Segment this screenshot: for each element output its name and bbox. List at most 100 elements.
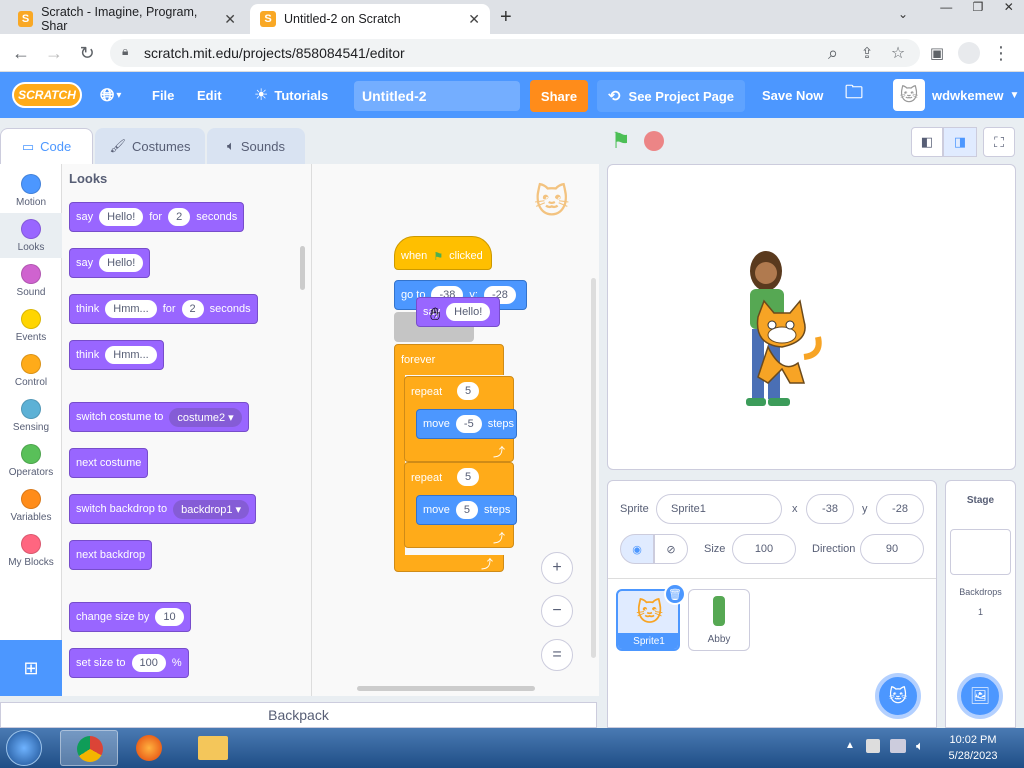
share-button[interactable]: Share <box>530 80 588 112</box>
file-explorer-icon[interactable] <box>198 736 228 760</box>
maximize-icon[interactable]: ❐ <box>973 0 984 18</box>
category-sound[interactable]: Sound <box>0 258 62 303</box>
category-motion[interactable]: Motion <box>0 168 62 213</box>
block-say[interactable]: say Hello! <box>69 248 151 278</box>
large-stage-button[interactable]: ◨ <box>943 127 977 157</box>
tutorials-button[interactable]: ☀ Tutorials <box>254 72 328 118</box>
script-horizontal-scrollbar[interactable] <box>357 686 535 691</box>
side-panel-icon[interactable]: ▣ <box>926 42 948 64</box>
block-next-costume[interactable]: next costume <box>69 448 149 478</box>
user-avatar[interactable]: 🐱︎ <box>893 79 925 111</box>
category-operators[interactable]: Operators <box>0 438 62 483</box>
project-title-input[interactable]: Untitled-2 <box>354 81 520 111</box>
block-think[interactable]: think Hmm... <box>69 340 164 370</box>
network-icon[interactable] <box>890 739 906 753</box>
block-change-size[interactable]: change size by 10 <box>69 602 191 632</box>
browser-tab-untitled[interactable]: S Untitled-2 on Scratch ✕ <box>250 4 490 34</box>
scratch-logo[interactable]: SCRATCH <box>12 82 82 108</box>
sprite-direction-input[interactable]: 90 <box>860 534 924 564</box>
small-stage-button[interactable]: ◧ <box>911 127 943 157</box>
green-flag-icon[interactable]: ⚑ <box>611 128 631 154</box>
category-looks[interactable]: Looks <box>0 213 62 258</box>
url-field[interactable]: 🔒︎ scratch.mit.edu/projects/858084541/ed… <box>110 39 920 67</box>
stage-canvas[interactable] <box>607 164 1016 470</box>
browser-tab-scratch-home[interactable]: S Scratch - Imagine, Program, Shar ✕ <box>8 4 246 34</box>
system-clock[interactable]: 10:02 PM 5/28/2023 <box>940 732 1006 764</box>
see-project-page-button[interactable]: ⟲ See Project Page <box>597 80 745 112</box>
add-extension-button[interactable]: ⊞ <box>0 640 62 696</box>
block-move-steps-2[interactable]: move 5 steps <box>416 495 517 525</box>
stage-selector-panel[interactable]: Stage Backdrops 1 🖼︎ <box>945 480 1016 728</box>
block-switch-backdrop[interactable]: switch backdrop to backdrop1 ▾ <box>69 494 257 524</box>
action-center-icon[interactable] <box>866 739 880 753</box>
windows-start-icon[interactable] <box>6 730 42 766</box>
show-sprite-button[interactable]: ◉ <box>620 534 654 564</box>
taskbar-chrome[interactable] <box>60 730 118 766</box>
tray-expand-icon[interactable]: ▲ <box>845 740 855 751</box>
block-next-backdrop[interactable]: next backdrop <box>69 540 153 570</box>
cat-sprite-icon <box>756 299 822 384</box>
tab-code[interactable]: ▭ Code <box>0 128 93 164</box>
dragging-block-say[interactable]: say Hello! <box>416 297 500 327</box>
tab-title: Untitled-2 on Scratch <box>284 12 401 26</box>
eye-slash-icon: ⊘ <box>666 543 676 556</box>
bookmark-star-icon[interactable]: ☆ <box>887 42 909 64</box>
firefox-icon[interactable] <box>136 735 162 761</box>
file-menu[interactable]: File <box>152 72 174 118</box>
zoom-reset-button[interactable]: = <box>541 639 573 671</box>
block-switch-costume[interactable]: switch costume to costume2 ▾ <box>69 402 249 432</box>
forward-arrow-icon[interactable]: → <box>43 42 65 64</box>
my-stuff-folder-icon[interactable]: 🗀 <box>845 72 863 118</box>
backdrop-dropdown[interactable]: backdrop1 ▾ <box>173 499 250 519</box>
tab-costumes[interactable]: 🖌︎ Costumes <box>95 128 205 164</box>
minimize-icon[interactable]: — <box>940 0 952 18</box>
hide-sprite-button[interactable]: ⊘ <box>654 534 688 564</box>
profile-avatar-icon[interactable] <box>958 42 980 64</box>
volume-icon[interactable]: 🔈︎ <box>916 738 924 754</box>
small-stage-icon: ◧ <box>920 134 934 149</box>
chrome-menu-icon[interactable]: ⋮ <box>990 42 1012 64</box>
block-move-steps-1[interactable]: move -5 steps <box>416 409 517 439</box>
save-now-button[interactable]: Save Now <box>762 72 823 118</box>
block-think-for-seconds[interactable]: think Hmm... for 2 seconds <box>69 294 258 324</box>
new-tab-icon[interactable]: + <box>500 6 512 29</box>
category-my-blocks[interactable]: My Blocks <box>0 528 62 573</box>
zoom-magnifier-icon[interactable]: ⌕ <box>822 42 844 64</box>
sprite-size-input[interactable]: 100 <box>732 534 796 564</box>
choose-backdrop-button[interactable]: 🖼︎ <box>957 673 1003 719</box>
fullscreen-button[interactable]: ⛶ <box>983 127 1015 157</box>
back-arrow-icon[interactable]: ← <box>10 42 32 64</box>
account-menu[interactable]: wdwkemew ▼ <box>932 72 1019 118</box>
costume-dropdown[interactable]: costume2 ▾ <box>169 407 242 427</box>
palette-scrollbar[interactable] <box>300 246 305 290</box>
category-events[interactable]: Events <box>0 303 62 348</box>
reload-icon[interactable]: ↻ <box>76 42 98 64</box>
sprite-tile-abby[interactable]: Abby <box>688 589 750 651</box>
stop-sign-icon[interactable] <box>644 131 664 151</box>
sprite-x-input[interactable]: -38 <box>806 494 854 524</box>
block-when-flag-clicked[interactable]: when ⚑ clicked <box>394 236 492 270</box>
choose-sprite-button[interactable]: 🐱︎ <box>875 673 921 719</box>
script-area[interactable]: 🐱︎ when ⚑ clicked go to -38 y: -28 say Hello! … <box>312 164 599 696</box>
category-control[interactable]: Control <box>0 348 62 393</box>
zoom-in-button[interactable]: + <box>541 552 573 584</box>
close-tab-icon[interactable]: ✕ <box>224 11 236 28</box>
category-sensing[interactable]: Sensing <box>0 393 62 438</box>
close-tab-icon[interactable]: ✕ <box>468 11 480 28</box>
share-page-icon[interactable]: ⇪ <box>856 42 878 64</box>
globe-language-icon[interactable]: 🌐︎ ▾ <box>100 72 121 118</box>
stage-thumbnail[interactable] <box>950 529 1011 575</box>
block-set-size[interactable]: set size to 100% <box>69 648 189 678</box>
zoom-out-button[interactable]: − <box>541 595 573 627</box>
sprite-name-input[interactable]: Sprite1 <box>656 494 782 524</box>
category-variables[interactable]: Variables <box>0 483 62 528</box>
backpack-bar[interactable]: Backpack <box>0 702 597 728</box>
tab-sounds[interactable]: 🔈︎ Sounds <box>207 128 305 164</box>
window-close-icon[interactable]: ✕ <box>1004 0 1014 18</box>
delete-sprite-button[interactable]: 🗑︎ <box>664 583 686 605</box>
block-say-for-seconds[interactable]: say Hello! for 2 seconds <box>69 202 245 232</box>
edit-menu[interactable]: Edit <box>197 72 222 118</box>
sprite-y-input[interactable]: -28 <box>876 494 924 524</box>
script-vertical-scrollbar[interactable] <box>591 278 596 658</box>
tab-search-chevron-icon[interactable]: ⌄ <box>898 7 908 21</box>
